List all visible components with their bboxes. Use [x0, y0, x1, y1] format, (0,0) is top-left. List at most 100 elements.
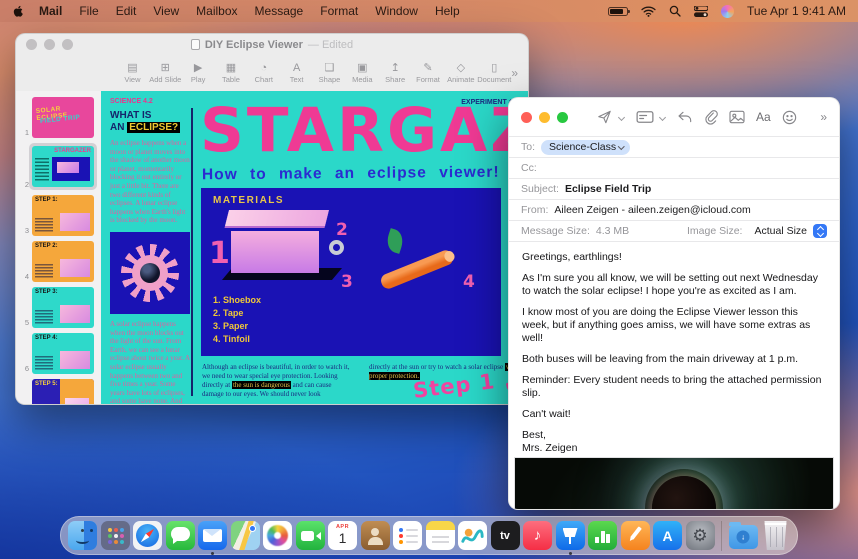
materials-item: 3. Paper — [213, 320, 261, 333]
dock-freeform-icon[interactable] — [458, 521, 487, 550]
shoebox-illustration — [227, 210, 327, 280]
apple-intelligence-icon[interactable] — [721, 5, 734, 18]
undo-icon[interactable] — [677, 110, 693, 124]
to-field[interactable]: To: Science-Class — [509, 136, 839, 157]
recipient-token[interactable]: Science-Class — [541, 140, 630, 155]
format-button[interactable]: Aa — [756, 110, 771, 124]
format-button[interactable]: ✎Format — [412, 62, 445, 84]
control-center-icon[interactable] — [694, 6, 708, 17]
dock-system-settings-icon[interactable]: ⚙ — [686, 521, 715, 550]
text-icon: A — [293, 62, 300, 74]
eclipse-photo-attachment[interactable] — [514, 457, 834, 510]
slide-thumbnail-row: 4 STEP 2: — [18, 241, 97, 282]
keynote-titlebar[interactable]: DIY Eclipse Viewer — Edited — [16, 34, 528, 55]
subject-field[interactable]: Subject: Eclipse Field Trip — [509, 178, 839, 199]
slide-thumbnail-row: 2 STARGAZER — [18, 143, 97, 190]
mail-toolbar-overflow-button[interactable]: » — [820, 110, 827, 124]
dock-safari-icon[interactable] — [133, 521, 162, 550]
menu-app-name[interactable]: Mail — [39, 4, 62, 18]
keynote-toolbar-overflow-button[interactable]: » — [511, 66, 518, 80]
slide-2-thumbnail[interactable]: STARGAZER — [32, 146, 94, 187]
wifi-icon[interactable] — [641, 6, 656, 17]
header-fields-chevron[interactable] — [659, 114, 666, 121]
emoji-button[interactable] — [782, 110, 797, 125]
slide-thumbnail-row: 3 STEP 1: — [18, 195, 97, 236]
dock-messages-icon[interactable] — [166, 521, 195, 550]
dock-music-icon[interactable]: ♪ — [523, 521, 552, 550]
cc-field[interactable]: Cc: — [509, 157, 839, 178]
size-row: Message Size: 4.3 MB Image Size: Actual … — [509, 220, 839, 241]
menu-view[interactable]: View — [153, 4, 179, 18]
slide-course-label: SCIENCE 4.2 — [110, 98, 153, 105]
slide-6-thumbnail[interactable]: STEP 4: — [32, 333, 94, 374]
dock-facetime-icon[interactable] — [296, 521, 325, 550]
image-size-dropdown[interactable] — [813, 224, 827, 238]
materials-heading: MATERIALS — [213, 195, 284, 206]
slide-canvas[interactable]: SCIENCE 4.2 EXPERIMENT #11 WHAT IS AN EC… — [101, 91, 528, 404]
slide-3-thumbnail[interactable]: STEP 1: — [32, 195, 94, 236]
dock-reminders-icon[interactable] — [393, 521, 422, 550]
dock-divider — [721, 521, 722, 551]
animate-button[interactable]: ◇Animate — [444, 62, 477, 84]
body-paragraph: Greetings, earthlings! — [522, 251, 826, 264]
add-slide-button[interactable]: ⊞Add Slide — [149, 62, 182, 84]
body-signature: Mrs. Zeigen — [522, 442, 826, 455]
dock-trash-icon[interactable] — [761, 521, 790, 550]
header-fields-button[interactable] — [636, 110, 654, 124]
battery-icon[interactable] — [608, 7, 628, 16]
attach-button[interactable] — [704, 109, 718, 125]
chart-button[interactable]: ◔Chart — [247, 62, 280, 84]
body-signoff: Best, — [522, 429, 826, 442]
dock-photos-icon[interactable] — [263, 521, 292, 550]
send-options-chevron[interactable] — [618, 114, 625, 121]
dock-finder-icon[interactable] — [68, 521, 97, 550]
zoom-button[interactable] — [557, 112, 568, 123]
materials-item: 1. Shoebox — [213, 294, 261, 307]
menu-bar-clock[interactable]: Tue Apr 1 9:41 AM — [747, 4, 846, 18]
dock-launchpad-icon[interactable] — [101, 521, 130, 550]
shape-icon: ❑ — [325, 62, 335, 74]
slide-4-thumbnail[interactable]: STEP 2: — [32, 241, 94, 282]
text-button[interactable]: AText — [280, 62, 313, 84]
dock-calendar-icon[interactable]: APR 1 — [328, 521, 357, 550]
menu-edit[interactable]: Edit — [116, 4, 137, 18]
menu-window[interactable]: Window — [375, 4, 418, 18]
from-field[interactable]: From: Aileen Zeigen - aileen.zeigen@iclo… — [509, 199, 839, 220]
dock-contacts-icon[interactable] — [361, 521, 390, 550]
menu-help[interactable]: Help — [435, 4, 460, 18]
dock-apple-tv-icon[interactable]: tv — [491, 521, 520, 550]
media-button[interactable]: ▣Media — [346, 62, 379, 84]
dock-maps-icon[interactable] — [231, 521, 260, 550]
dock-numbers-icon[interactable] — [588, 521, 617, 550]
dock-notes-icon[interactable] — [426, 521, 455, 550]
document-button[interactable]: ▯Document — [477, 62, 511, 84]
menu-mailbox[interactable]: Mailbox — [196, 4, 237, 18]
send-button[interactable] — [596, 109, 613, 125]
minimize-button[interactable] — [539, 112, 550, 123]
apple-menu-icon[interactable] — [12, 4, 25, 18]
from-value: Aileen Zeigen - aileen.zeigen@icloud.com — [554, 204, 750, 216]
menu-file[interactable]: File — [79, 4, 98, 18]
insert-photo-button[interactable] — [729, 110, 745, 124]
play-button[interactable]: ▶Play — [182, 62, 215, 84]
view-button[interactable]: ▤View — [116, 62, 149, 84]
slide-thumbnail-row: 1 SOLAR ECLIPSE FIELD TRIP — [18, 97, 97, 138]
menu-format[interactable]: Format — [320, 4, 358, 18]
dock-downloads-icon[interactable]: ↓ — [729, 525, 758, 549]
mail-toolbar[interactable]: Aa » — [509, 98, 839, 136]
shape-button[interactable]: ❑Shape — [313, 62, 346, 84]
caution-text-left: Although an eclipse is beautiful, in ord… — [202, 363, 352, 399]
dock-mail-icon[interactable] — [198, 521, 227, 550]
slide-5-thumbnail[interactable]: STEP 3: — [32, 287, 94, 328]
dock-app-store-icon[interactable]: A — [653, 521, 682, 550]
search-icon[interactable] — [669, 5, 681, 17]
slide-1-thumbnail[interactable]: SOLAR ECLIPSE FIELD TRIP — [32, 97, 94, 138]
slide-7-thumbnail[interactable]: STEP 5: — [32, 379, 94, 404]
menu-message[interactable]: Message — [255, 4, 304, 18]
close-button[interactable] — [521, 112, 532, 123]
table-button[interactable]: ▦Table — [215, 62, 248, 84]
dock-keynote-icon[interactable] — [556, 521, 585, 550]
message-body[interactable]: Greetings, earthlings! As I'm sure you a… — [509, 241, 839, 455]
share-button[interactable]: ↥Share — [379, 62, 412, 84]
dock-pages-icon[interactable] — [621, 521, 650, 550]
